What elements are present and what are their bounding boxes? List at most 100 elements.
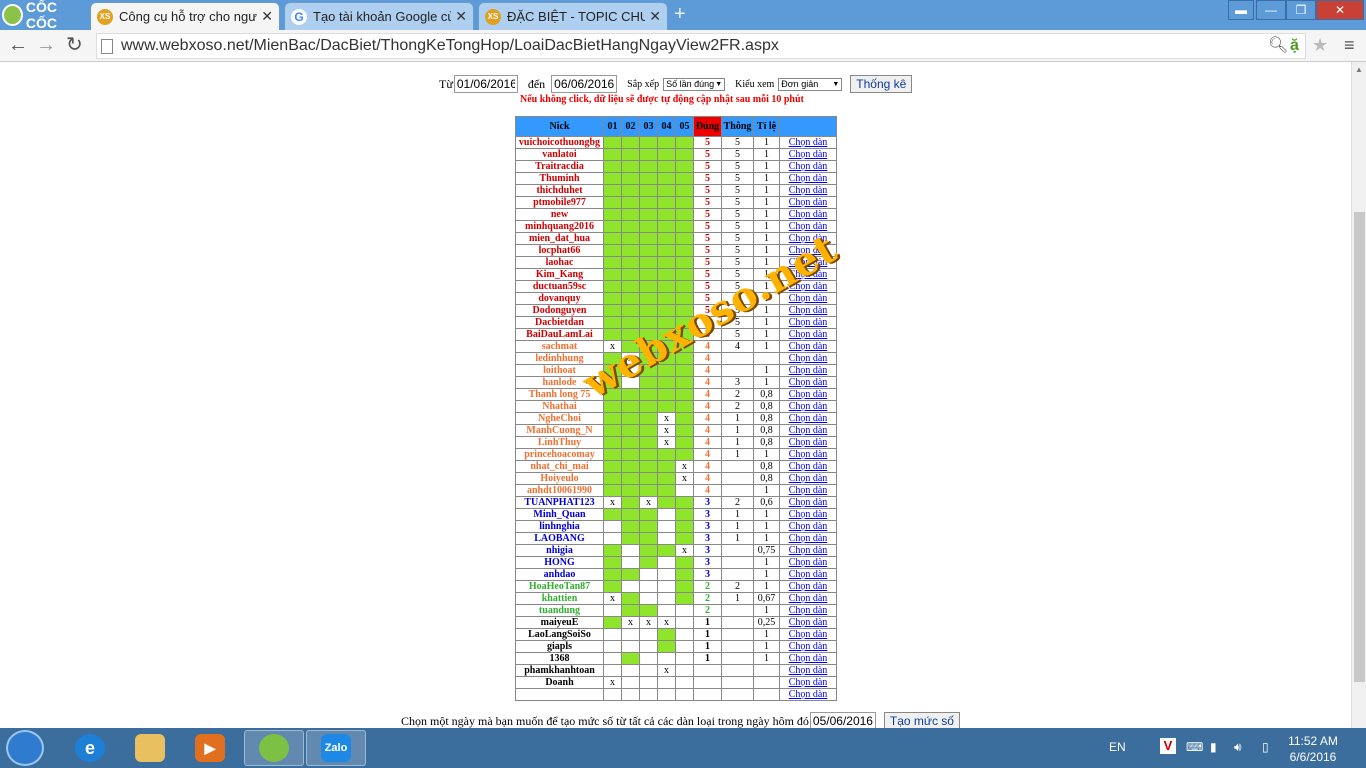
close-tab-icon[interactable]: ✕ — [455, 8, 467, 25]
close-tab-icon[interactable]: ✕ — [649, 8, 661, 25]
chon-dan-link[interactable]: Chọn dàn — [779, 640, 837, 653]
chon-dan-link[interactable]: Chọn dàn — [779, 508, 837, 521]
chon-dan-link[interactable]: Chọn dàn — [779, 148, 837, 161]
chon-dan-link[interactable]: Chọn dàn — [779, 604, 837, 617]
chon-dan-link[interactable]: Chọn dàn — [779, 436, 837, 449]
chon-dan-link[interactable]: Chọn dàn — [779, 400, 837, 413]
chon-dan-link[interactable]: Chọn dàn — [779, 556, 837, 569]
coccoc-logo[interactable]: CỐC CỐC — [2, 0, 88, 31]
chon-dan-link[interactable]: Chọn dàn — [779, 340, 837, 353]
day-cell — [621, 568, 640, 581]
chon-dan-link[interactable]: Chọn dàn — [779, 568, 837, 581]
tab-google[interactable]: G Tạo tài khoản Google của ✕ — [284, 2, 474, 30]
chon-dan-link[interactable]: Chọn dàn — [779, 136, 837, 149]
volume-icon[interactable]: 🔊︎ — [1234, 740, 1242, 755]
dung-cell: 5 — [693, 268, 722, 281]
minimize-icon[interactable]: — — [1256, 0, 1286, 20]
view-select[interactable]: Đơn giản ▼ — [778, 77, 843, 91]
chon-dan-link[interactable]: Chọn dàn — [779, 424, 837, 437]
chon-dan-link[interactable]: Chọn dàn — [779, 532, 837, 545]
taskbar-ie[interactable]: e — [60, 730, 120, 766]
taskbar-explorer[interactable] — [120, 730, 180, 766]
chon-dan-link[interactable]: Chọn dàn — [779, 364, 837, 377]
thong-ke-button[interactable]: Thống kê — [850, 75, 913, 93]
chon-dan-link[interactable]: Chọn dàn — [779, 676, 837, 689]
taskbar-zalo[interactable]: Zalo — [306, 730, 366, 766]
chon-dan-link[interactable]: Chọn dàn — [779, 496, 837, 509]
tao-muc-so-button[interactable]: Tạo mức số — [883, 712, 960, 728]
chon-dan-link[interactable]: Chọn dàn — [779, 388, 837, 401]
restore-icon[interactable]: ❐ — [1286, 0, 1316, 20]
dung-cell: 2 — [693, 592, 722, 605]
chon-dan-link[interactable]: Chọn dàn — [779, 220, 837, 233]
address-bar: ← → ↻ www.webxoso.net/MienBac/DacBiet/Th… — [0, 30, 1366, 62]
day-cell — [657, 484, 676, 497]
new-tab-icon[interactable]: + — [674, 4, 694, 24]
table-row: new 5 5 1 Chọn dàn — [515, 208, 837, 221]
language-indicator[interactable]: EN — [1109, 740, 1126, 754]
day-cell — [639, 676, 658, 689]
close-tab-icon[interactable]: ✕ — [261, 8, 273, 25]
chon-dan-link[interactable]: Chọn dàn — [779, 520, 837, 533]
day-cell — [657, 388, 676, 401]
network-icon[interactable]: ▮ — [1210, 740, 1217, 754]
chon-dan-link[interactable]: Chọn dàn — [779, 316, 837, 329]
chon-dan-link[interactable]: Chọn dàn — [779, 208, 837, 221]
day-cell — [657, 244, 676, 257]
level-date-input[interactable] — [809, 712, 876, 728]
reload-icon[interactable]: ↻ — [66, 34, 83, 56]
chon-dan-link[interactable]: Chọn dàn — [779, 304, 837, 317]
taskbar-coccoc[interactable] — [244, 730, 304, 766]
scroll-up-icon[interactable]: ▲ — [1355, 65, 1363, 74]
battery-icon[interactable]: ▯ — [1262, 740, 1269, 754]
chon-dan-link[interactable]: Chọn dàn — [779, 160, 837, 173]
chon-dan-link[interactable]: Chọn dàn — [779, 328, 837, 341]
tile-cell: 0,8 — [753, 388, 780, 401]
zoom-icon[interactable]: 🔍︎ — [1268, 35, 1288, 57]
tab-cong-cu[interactable]: XS Công cụ hỗ trợ cho người ✕ — [90, 2, 280, 30]
chon-dan-link[interactable]: Chọn dàn — [779, 172, 837, 185]
chon-dan-link[interactable]: Chọn dàn — [779, 196, 837, 209]
tile-cell: 0,8 — [753, 472, 780, 485]
chon-dan-link[interactable]: Chọn dàn — [779, 460, 837, 473]
chon-dan-link[interactable]: Chọn dàn — [779, 580, 837, 593]
day-cell: x — [675, 472, 694, 485]
chon-dan-link[interactable]: Chọn dàn — [779, 544, 837, 557]
day-cell — [675, 508, 694, 521]
close-window-icon[interactable]: ✕ — [1316, 0, 1364, 20]
sort-select[interactable]: Số lần đúng ▼ — [663, 77, 726, 91]
forward-icon[interactable]: → — [36, 34, 56, 56]
antivirus-icon[interactable]: V — [1160, 738, 1176, 754]
chon-dan-link[interactable]: Chọn dàn — [779, 184, 837, 197]
chon-dan-link[interactable]: Chọn dàn — [779, 616, 837, 629]
chon-dan-link[interactable]: Chọn dàn — [779, 448, 837, 461]
typing-icon[interactable]: ặ — [1290, 35, 1299, 57]
url-field[interactable]: www.webxoso.net/MienBac/DacBiet/ThongKeT… — [96, 33, 1306, 59]
chon-dan-link[interactable]: Chọn dàn — [779, 484, 837, 497]
taskbar-media[interactable]: ▶ — [180, 730, 240, 766]
chon-dan-link[interactable]: Chọn dàn — [779, 628, 837, 641]
chon-dan-link[interactable]: Chọn dàn — [779, 688, 837, 701]
to-date-input[interactable] — [551, 75, 618, 93]
menu-icon[interactable]: ≡ — [1344, 34, 1355, 56]
back-icon[interactable]: ← — [8, 34, 28, 56]
bookmark-star-icon[interactable]: ★ — [1312, 34, 1328, 56]
user-menu-icon[interactable]: ▬ — [1228, 0, 1254, 20]
tab-dac-biet[interactable]: XS ĐẶC BIỆT - TOPIC CHUYÊN ✕ — [478, 2, 668, 30]
chon-dan-link[interactable]: Chọn dàn — [779, 664, 837, 677]
keyboard-icon[interactable]: ⌨ — [1186, 740, 1203, 754]
chon-dan-link[interactable]: Chọn dàn — [779, 352, 837, 365]
start-button[interactable] — [6, 730, 44, 766]
scroll-thumb[interactable] — [1354, 212, 1365, 682]
chon-dan-link[interactable]: Chọn dàn — [779, 412, 837, 425]
dung-cell: 5 — [693, 232, 722, 245]
vertical-scrollbar[interactable]: ▲ — [1351, 62, 1366, 728]
chon-dan-link[interactable]: Chọn dàn — [779, 652, 837, 665]
chon-dan-link[interactable]: Chọn dàn — [779, 472, 837, 485]
tab-label: ĐẶC BIỆT - TOPIC CHUYÊN — [507, 9, 645, 24]
chon-dan-link[interactable]: Chọn dàn — [779, 376, 837, 389]
from-date-input[interactable] — [453, 75, 518, 93]
chon-dan-link[interactable]: Chọn dàn — [779, 592, 837, 605]
system-clock[interactable]: 11:52 AM 6/6/2016 — [1283, 733, 1343, 765]
table-row: Hoiyeulo x 4 0,8 Chọn dàn — [515, 472, 837, 485]
